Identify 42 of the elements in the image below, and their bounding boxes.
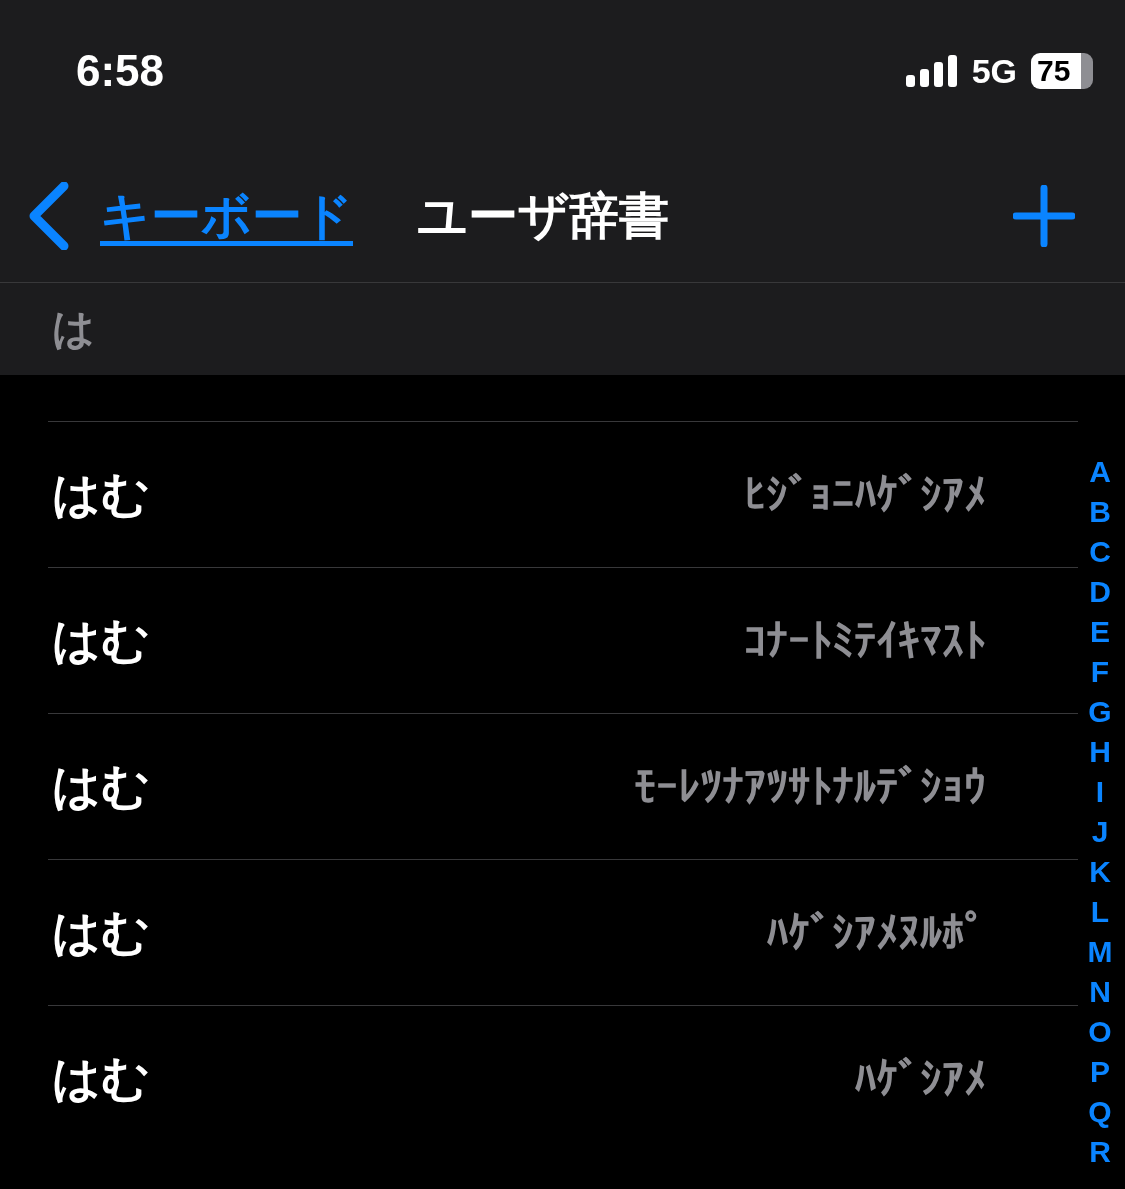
index-letter[interactable]: D — [1089, 572, 1111, 612]
entry-reading: はむ — [52, 610, 150, 670]
index-letter[interactable]: J — [1091, 812, 1109, 852]
index-letter[interactable]: I — [1095, 772, 1105, 812]
network-label: 5G — [971, 51, 1017, 91]
index-letter[interactable]: N — [1089, 972, 1111, 1012]
entry-phrase: ﾓｰﾚﾂﾅｱﾂｻﾄﾅﾙﾃﾞｼｮｳ — [634, 761, 986, 812]
plus-icon — [1013, 185, 1075, 247]
signal-icon — [905, 55, 958, 87]
index-letter[interactable]: H — [1089, 732, 1111, 772]
entry-reading: はむ — [52, 464, 150, 524]
entry-reading: はむ — [52, 1048, 150, 1108]
dictionary-entry[interactable]: はむ ﾊｹﾞｼｱﾒ — [48, 1005, 1078, 1151]
section-header: は — [52, 303, 95, 355]
index-letter[interactable]: F — [1090, 652, 1110, 692]
status-time: 6:58 — [76, 46, 165, 96]
index-letter[interactable]: R — [1089, 1132, 1111, 1172]
index-letter[interactable]: Q — [1088, 1092, 1112, 1132]
index-letter[interactable]: O — [1088, 1012, 1112, 1052]
index-letter[interactable]: P — [1090, 1052, 1110, 1092]
index-letter[interactable]: G — [1088, 692, 1112, 732]
index-letter[interactable]: B — [1089, 492, 1111, 532]
dictionary-entry[interactable]: はむ ﾊｹﾞｼｱﾒﾇﾙﾎﾟ — [48, 859, 1078, 1005]
index-letter[interactable]: C — [1089, 532, 1111, 572]
back-link[interactable]: キーボード — [26, 182, 353, 250]
index-letter[interactable]: K — [1089, 852, 1111, 892]
index-letter[interactable]: L — [1090, 892, 1110, 932]
entry-reading: はむ — [52, 756, 150, 816]
page-title: ユーザ辞書 — [417, 185, 669, 247]
add-button[interactable] — [1013, 185, 1075, 247]
entry-phrase: ﾊｹﾞｼｱﾒ — [854, 1053, 986, 1104]
entry-reading: はむ — [52, 902, 150, 962]
battery-level: 75 — [1031, 53, 1093, 89]
entry-phrase: ﾊｹﾞｼｱﾒﾇﾙﾎﾟ — [766, 907, 986, 958]
dictionary-entry[interactable]: はむ ﾓｰﾚﾂﾅｱﾂｻﾄﾅﾙﾃﾞｼｮｳ — [48, 713, 1078, 859]
index-letter[interactable]: M — [1087, 932, 1113, 972]
dictionary-entry[interactable]: はむ ﾋｼﾞｮﾆﾊｹﾞｼｱﾒ — [48, 421, 1078, 567]
dictionary-entry[interactable]: はむ ｺﾅｰﾄﾐﾃｲｷﾏｽﾄ — [48, 567, 1078, 713]
entry-phrase: ﾋｼﾞｮﾆﾊｹﾞｼｱﾒ — [744, 469, 986, 520]
index-letter[interactable]: A — [1089, 452, 1111, 492]
index-letter[interactable]: E — [1090, 612, 1110, 652]
entry-phrase: ｺﾅｰﾄﾐﾃｲｷﾏｽﾄ — [744, 615, 986, 666]
